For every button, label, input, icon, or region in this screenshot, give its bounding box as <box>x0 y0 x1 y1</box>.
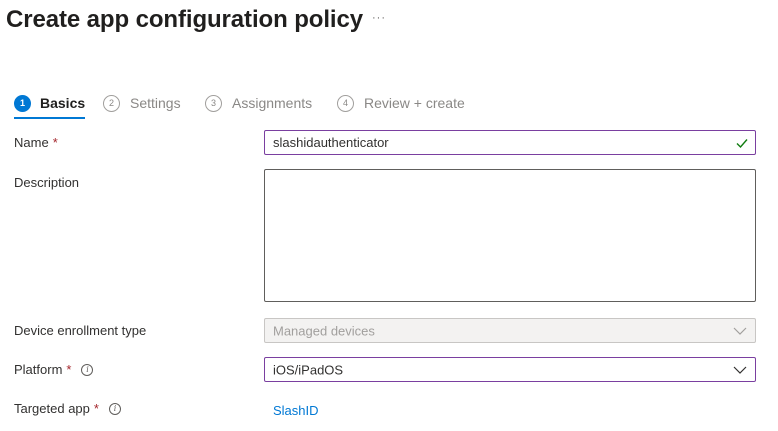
description-textarea[interactable] <box>265 170 755 301</box>
step-label-settings: Settings <box>130 95 181 111</box>
tab-basics[interactable]: 1 Basics <box>14 90 86 119</box>
check-icon <box>736 138 748 148</box>
platform-value: iOS/iPadOS <box>273 362 344 377</box>
chevron-down-icon <box>733 366 747 374</box>
step-label-basics: Basics <box>40 95 86 111</box>
description-label-row: Description <box>14 175 79 190</box>
page-title: Create app configuration policy <box>6 6 363 33</box>
info-icon[interactable]: i <box>81 363 94 376</box>
step-number-3: 3 <box>205 94 222 112</box>
required-marker: * <box>52 135 58 150</box>
platform-label: Platform <box>14 362 63 377</box>
enrollment-type-dropdown[interactable]: Managed devices <box>264 318 756 343</box>
platform-label-row: Platform * i <box>14 362 94 377</box>
more-ellipsis-icon[interactable]: ··· <box>372 12 386 24</box>
step-label-assignments: Assignments <box>232 95 313 111</box>
step-number-4: 4 <box>337 94 354 112</box>
targeted-app-link[interactable]: SlashID <box>273 403 319 418</box>
tab-settings[interactable]: 2 Settings <box>103 90 181 116</box>
platform-dropdown[interactable]: iOS/iPadOS <box>264 357 756 382</box>
description-field[interactable] <box>264 169 756 302</box>
tab-review-create[interactable]: 4 Review + create <box>337 90 465 116</box>
enrollment-label: Device enrollment type <box>14 323 147 338</box>
tab-assignments[interactable]: 3 Assignments <box>205 90 312 116</box>
targeted-app-label: Targeted app <box>14 401 90 416</box>
name-label-row: Name * <box>14 135 58 150</box>
name-field[interactable] <box>264 130 756 155</box>
required-marker: * <box>93 401 99 416</box>
app-config-policy-page: Create app configuration policy ··· 1 Ba… <box>0 0 778 431</box>
enrollment-label-row: Device enrollment type <box>14 323 146 338</box>
required-marker: * <box>66 362 72 377</box>
info-icon[interactable]: i <box>108 402 121 415</box>
name-label: Name <box>14 135 49 150</box>
targeted-app-label-row: Targeted app * i <box>14 401 121 416</box>
step-number-1: 1 <box>14 94 31 112</box>
name-input[interactable] <box>265 131 755 154</box>
step-label-review-create: Review + create <box>364 95 465 111</box>
step-number-2: 2 <box>103 94 120 112</box>
description-label: Description <box>14 175 80 190</box>
chevron-down-icon <box>733 327 747 335</box>
enrollment-value: Managed devices <box>273 323 375 338</box>
